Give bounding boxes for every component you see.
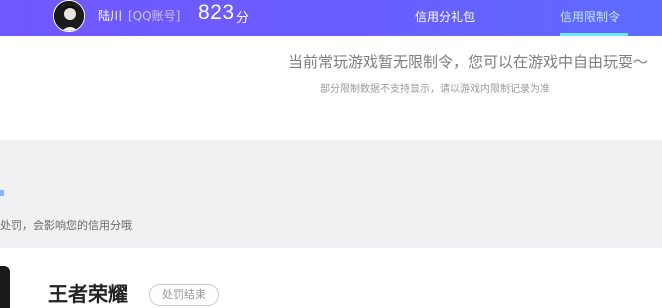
tab-credit-restriction[interactable]: 信用限制令 [560,8,620,25]
credit-score-value: 823 [198,1,235,24]
restriction-data-disclaimer: 部分限制数据不支持显示，请以游戏内限制记录为准 [320,84,550,95]
penalty-warning-text: 处罚，会影响您的信用分哦 [0,219,132,232]
tab-credit-gift-pack[interactable]: 信用分礼包 [415,8,475,25]
status-badge: 处罚结束 [149,284,219,306]
active-tab-indicator [560,33,628,36]
game-thumbnail [0,266,10,308]
avatar-icon [54,1,84,31]
panel-accent-mark [0,190,4,196]
credit-score-unit: 分 [236,11,250,26]
game-title: 王者荣耀 [48,282,128,306]
no-restriction-notice: 当前常玩游戏暂无限制令，您可以在游戏中自由玩耍～ [287,53,648,71]
top-header-bar: 陆川 [QQ账号] 823 分 信用分礼包 信用限制令 [0,0,662,36]
account-type-label: [QQ账号] [128,9,181,23]
username: 陆川 [98,9,123,23]
avatar[interactable] [53,0,85,32]
